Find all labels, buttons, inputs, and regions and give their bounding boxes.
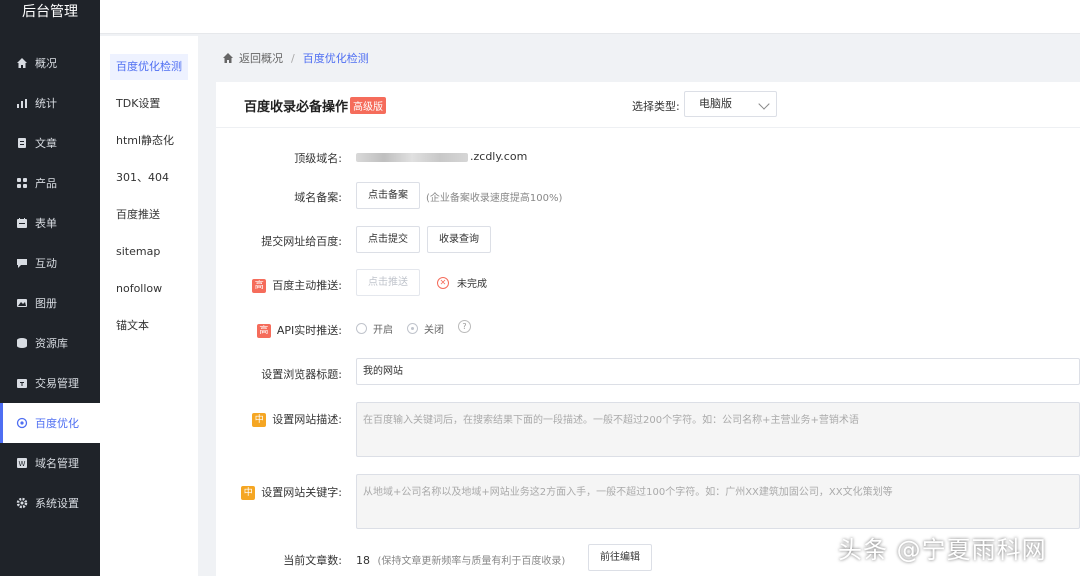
site-keywords-label: 中设置网站关键字: bbox=[216, 484, 342, 500]
submit-url-label: 提交网址给百度: bbox=[261, 235, 342, 248]
sidebar-item-settings[interactable]: 系统设置 bbox=[0, 483, 100, 523]
subnav-item-html-static[interactable]: html静态化 bbox=[110, 128, 188, 154]
close-circle-icon: ✕ bbox=[437, 276, 449, 289]
subnav-item-sitemap[interactable]: sitemap bbox=[110, 239, 188, 265]
medium-priority-badge: 中 bbox=[241, 486, 256, 500]
subnav-item-nofollow[interactable]: nofollow bbox=[110, 276, 188, 302]
sidebar-item-forms[interactable]: 表单 bbox=[0, 203, 100, 243]
grid-icon bbox=[15, 176, 29, 190]
sidebar-item-stats[interactable]: 统计 bbox=[0, 83, 100, 123]
sidebar-item-label: 文章 bbox=[35, 137, 57, 150]
radio-circle bbox=[356, 323, 367, 334]
page-title: 百度收录必备操作 bbox=[244, 100, 349, 115]
svg-text:W: W bbox=[19, 460, 26, 468]
site-desc-label: 中设置网站描述: bbox=[216, 411, 342, 427]
sidebar-item-domains[interactable]: W 域名管理 bbox=[0, 443, 100, 483]
sidebar-item-label: 表单 bbox=[35, 217, 57, 230]
sidebar-item-products[interactable]: 产品 bbox=[0, 163, 100, 203]
sidebar-item-label: 概况 bbox=[35, 57, 57, 70]
watermark: 头条 @宁夏雨科网 bbox=[838, 536, 1047, 564]
subnav-item-baidu-push[interactable]: 百度推送 bbox=[110, 202, 188, 228]
record-label: 域名备案: bbox=[294, 191, 342, 204]
sidebar-item-label: 资源库 bbox=[35, 337, 68, 350]
site-keywords-textarea[interactable]: 从地域+公司名称以及地域+网站业务这2方面入手，一般不超过100个字符。如：广州… bbox=[356, 474, 1080, 529]
sidebar-item-articles[interactable]: 文章 bbox=[0, 123, 100, 163]
database-icon bbox=[15, 336, 29, 350]
api-push-on-radio[interactable]: 开启 bbox=[356, 321, 393, 336]
blurred-domain-prefix bbox=[356, 152, 468, 162]
sidebar-item-label: 系统设置 bbox=[35, 497, 79, 510]
domain-icon: W bbox=[15, 456, 29, 470]
article-count-hint: (保持文章更新频率与质量有利于百度收录) bbox=[377, 556, 566, 567]
panel-header: 百度收录必备操作 高级版 选择类型: 电脑版 bbox=[216, 82, 1080, 128]
browser-title-label: 设置浏览器标题: bbox=[261, 368, 342, 381]
breadcrumb: 返回概况 / 百度优化检测 bbox=[222, 50, 369, 66]
push-status: ✕ 未完成 bbox=[437, 275, 487, 290]
type-select[interactable]: 电脑版 bbox=[684, 91, 777, 117]
subnav-item-redirect[interactable]: 301、404 bbox=[110, 165, 188, 191]
chart-icon bbox=[15, 96, 29, 110]
home-icon bbox=[15, 56, 29, 70]
chat-icon bbox=[15, 256, 29, 270]
subnav-item-anchor-text[interactable]: 锚文本 bbox=[110, 313, 188, 339]
sidebar-item-interaction[interactable]: 互动 bbox=[0, 243, 100, 283]
active-push-label: 高百度主动推送: bbox=[216, 277, 342, 293]
record-hint: (企业备案收录速度提高100%) bbox=[426, 193, 563, 204]
main-sidebar: 后台管理 概况 统计 文章 产品 表单 互动 图册 资源库 交易管理 百度优化 … bbox=[0, 0, 100, 576]
high-priority-badge: 高 bbox=[252, 279, 267, 293]
type-select-value: 电脑版 bbox=[699, 97, 732, 110]
domain-label: 顶级域名: bbox=[294, 152, 342, 165]
app-title: 后台管理 bbox=[22, 4, 78, 20]
sidebar-item-label: 域名管理 bbox=[35, 457, 79, 470]
submit-url-button[interactable]: 点击提交 bbox=[356, 226, 420, 253]
push-button[interactable]: 点击推送 bbox=[356, 269, 420, 296]
breadcrumb-separator: / bbox=[291, 51, 295, 65]
sidebar-item-label: 统计 bbox=[35, 97, 57, 110]
chevron-down-icon bbox=[758, 98, 770, 110]
sidebar-item-label: 互动 bbox=[35, 257, 57, 270]
article-count-value: 18 (保持文章更新频率与质量有利于百度收录) bbox=[356, 554, 566, 567]
browser-title-input[interactable]: 我的网站 bbox=[356, 358, 1080, 385]
breadcrumb-current: 百度优化检测 bbox=[302, 52, 369, 65]
gear-icon bbox=[15, 496, 29, 510]
sidebar-item-baidu-seo[interactable]: 百度优化 bbox=[0, 403, 100, 443]
sub-navigation: 百度优化检测 TDK设置 html静态化 301、404 百度推送 sitema… bbox=[100, 36, 198, 576]
calendar-form-icon bbox=[15, 216, 29, 230]
sidebar-item-label: 交易管理 bbox=[35, 377, 79, 390]
article-icon bbox=[15, 136, 29, 150]
record-button[interactable]: 点击备案 bbox=[356, 182, 420, 209]
help-icon[interactable]: ? bbox=[458, 320, 471, 333]
radio-circle bbox=[407, 323, 418, 334]
sidebar-item-label: 产品 bbox=[35, 177, 57, 190]
sidebar-item-label: 百度优化 bbox=[35, 417, 79, 430]
advanced-badge: 高级版 bbox=[350, 97, 386, 114]
go-edit-button[interactable]: 前往编辑 bbox=[588, 544, 652, 571]
sidebar-item-trade[interactable]: 交易管理 bbox=[0, 363, 100, 403]
api-push-off-radio[interactable]: 关闭 bbox=[407, 321, 444, 336]
type-label: 选择类型: bbox=[632, 100, 680, 113]
trade-icon bbox=[15, 376, 29, 390]
album-icon bbox=[15, 296, 29, 310]
domain-value: .zcdly.com bbox=[356, 150, 527, 163]
sidebar-item-label: 图册 bbox=[35, 297, 57, 310]
sidebar-item-album[interactable]: 图册 bbox=[0, 283, 100, 323]
site-desc-textarea[interactable]: 在百度输入关键词后，在搜索结果下面的一段描述。一般不超过200个字符。如：公司名… bbox=[356, 402, 1080, 457]
breadcrumb-back-link[interactable]: 返回概况 bbox=[239, 50, 283, 66]
high-priority-badge: 高 bbox=[256, 324, 271, 338]
top-bar bbox=[100, 0, 1080, 34]
sidebar-item-resources[interactable]: 资源库 bbox=[0, 323, 100, 363]
medium-priority-badge: 中 bbox=[252, 413, 267, 427]
home-icon[interactable] bbox=[222, 52, 234, 64]
api-push-label: 高 API实时推送: bbox=[216, 322, 342, 338]
main-panel: 百度收录必备操作 高级版 选择类型: 电脑版 顶级域名: .zcdly.com … bbox=[216, 82, 1080, 576]
sidebar-item-overview[interactable]: 概况 bbox=[0, 43, 100, 83]
subnav-item-baidu-check[interactable]: 百度优化检测 bbox=[110, 54, 188, 80]
index-query-button[interactable]: 收录查询 bbox=[427, 226, 491, 253]
seo-icon bbox=[15, 416, 29, 430]
subnav-item-tdk[interactable]: TDK设置 bbox=[110, 91, 188, 117]
article-count-label: 当前文章数: bbox=[283, 554, 342, 567]
